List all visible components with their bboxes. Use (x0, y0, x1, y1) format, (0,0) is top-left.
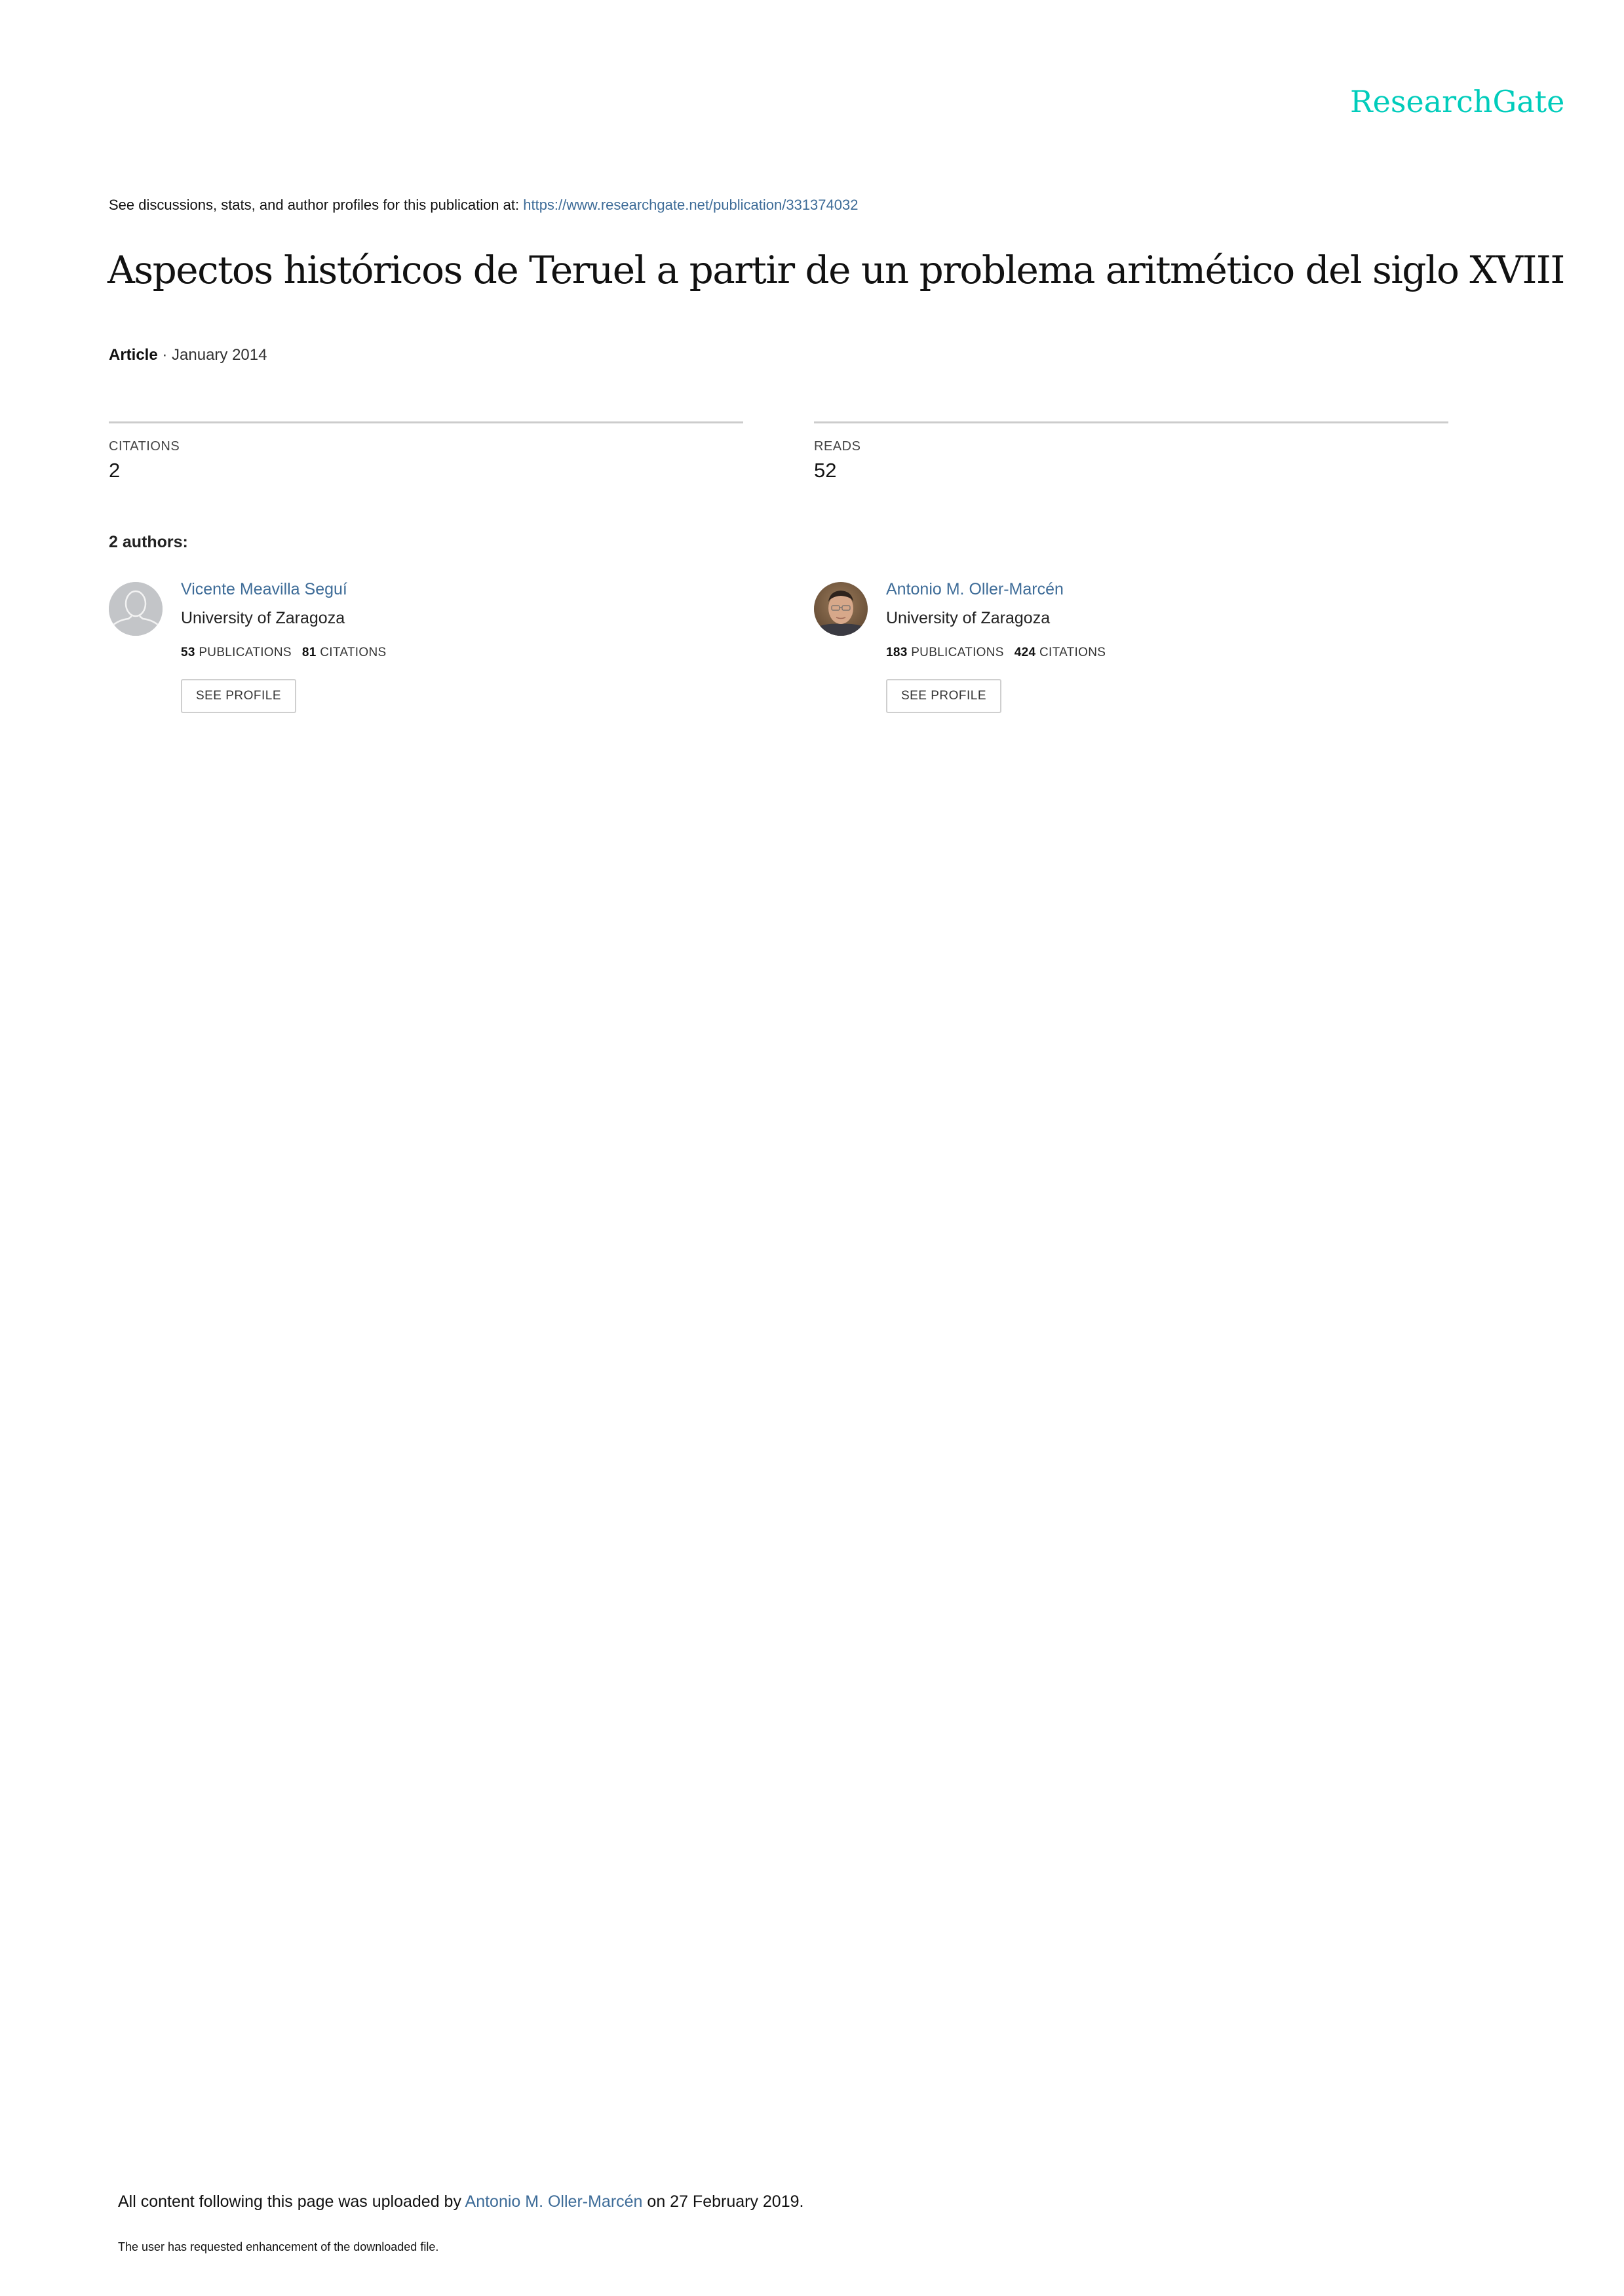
publication-url-link[interactable]: https://www.researchgate.net/publication… (523, 197, 858, 213)
author-card: Antonio M. Oller-Marcén University of Za… (814, 580, 1469, 724)
default-user-avatar-icon[interactable] (109, 582, 163, 636)
author-name-link[interactable]: Vicente Meavilla Seguí (181, 580, 347, 599)
upload-notice: All content following this page was uplo… (118, 2192, 803, 2211)
publication-info-text: See discussions, stats, and author profi… (109, 197, 524, 213)
reads-divider (814, 421, 1448, 423)
author-citations-label: CITATIONS (320, 646, 387, 659)
reads-label: READS (814, 439, 861, 454)
uploader-link[interactable]: Antonio M. Oller-Marcén (465, 2192, 643, 2211)
author-publications-label: PUBLICATIONS (199, 646, 292, 659)
enhancement-note: The user has requested enhancement of th… (118, 2240, 439, 2253)
citations-value: 2 (109, 459, 121, 482)
upload-notice-prefix: All content following this page was uplo… (118, 2192, 465, 2211)
citations-divider (109, 421, 743, 423)
author-publications-count: 53 (181, 646, 195, 659)
author-card: Vicente Meavilla Seguí University of Zar… (109, 580, 764, 724)
reads-value: 52 (814, 459, 837, 482)
author-publications-count: 183 (886, 646, 908, 659)
meta-separator: · (157, 346, 172, 364)
see-profile-button[interactable]: SEE PROFILE (181, 679, 296, 713)
author-citations-count: 81 (301, 646, 317, 659)
publication-meta: Article · January 2014 (109, 346, 267, 364)
publication-type: Article (109, 346, 158, 364)
author-photo[interactable] (814, 582, 868, 636)
publication-info-line: See discussions, stats, and author profi… (109, 197, 858, 214)
author-publications-label: PUBLICATIONS (911, 646, 1004, 659)
researchgate-logo[interactable]: ResearchGate (1350, 84, 1564, 119)
author-stats: 183 PUBLICATIONS 424 CITATIONS (886, 646, 1106, 660)
author-citations-label: CITATIONS (1039, 646, 1106, 659)
upload-notice-suffix: on 27 February 2019. (642, 2192, 804, 2211)
author-stats: 53 PUBLICATIONS 81 CITATIONS (181, 646, 386, 660)
citations-label: CITATIONS (109, 439, 180, 454)
see-profile-button[interactable]: SEE PROFILE (886, 679, 1001, 713)
author-institution: University of Zaragoza (181, 609, 345, 627)
publication-title: Aspectos históricos de Teruel a partir d… (107, 248, 1565, 292)
authors-heading: 2 authors: (109, 533, 188, 551)
author-citations-count: 424 (1014, 646, 1036, 659)
author-name-link[interactable]: Antonio M. Oller-Marcén (886, 580, 1064, 599)
publication-date: January 2014 (172, 346, 267, 364)
author-institution: University of Zaragoza (886, 609, 1051, 627)
